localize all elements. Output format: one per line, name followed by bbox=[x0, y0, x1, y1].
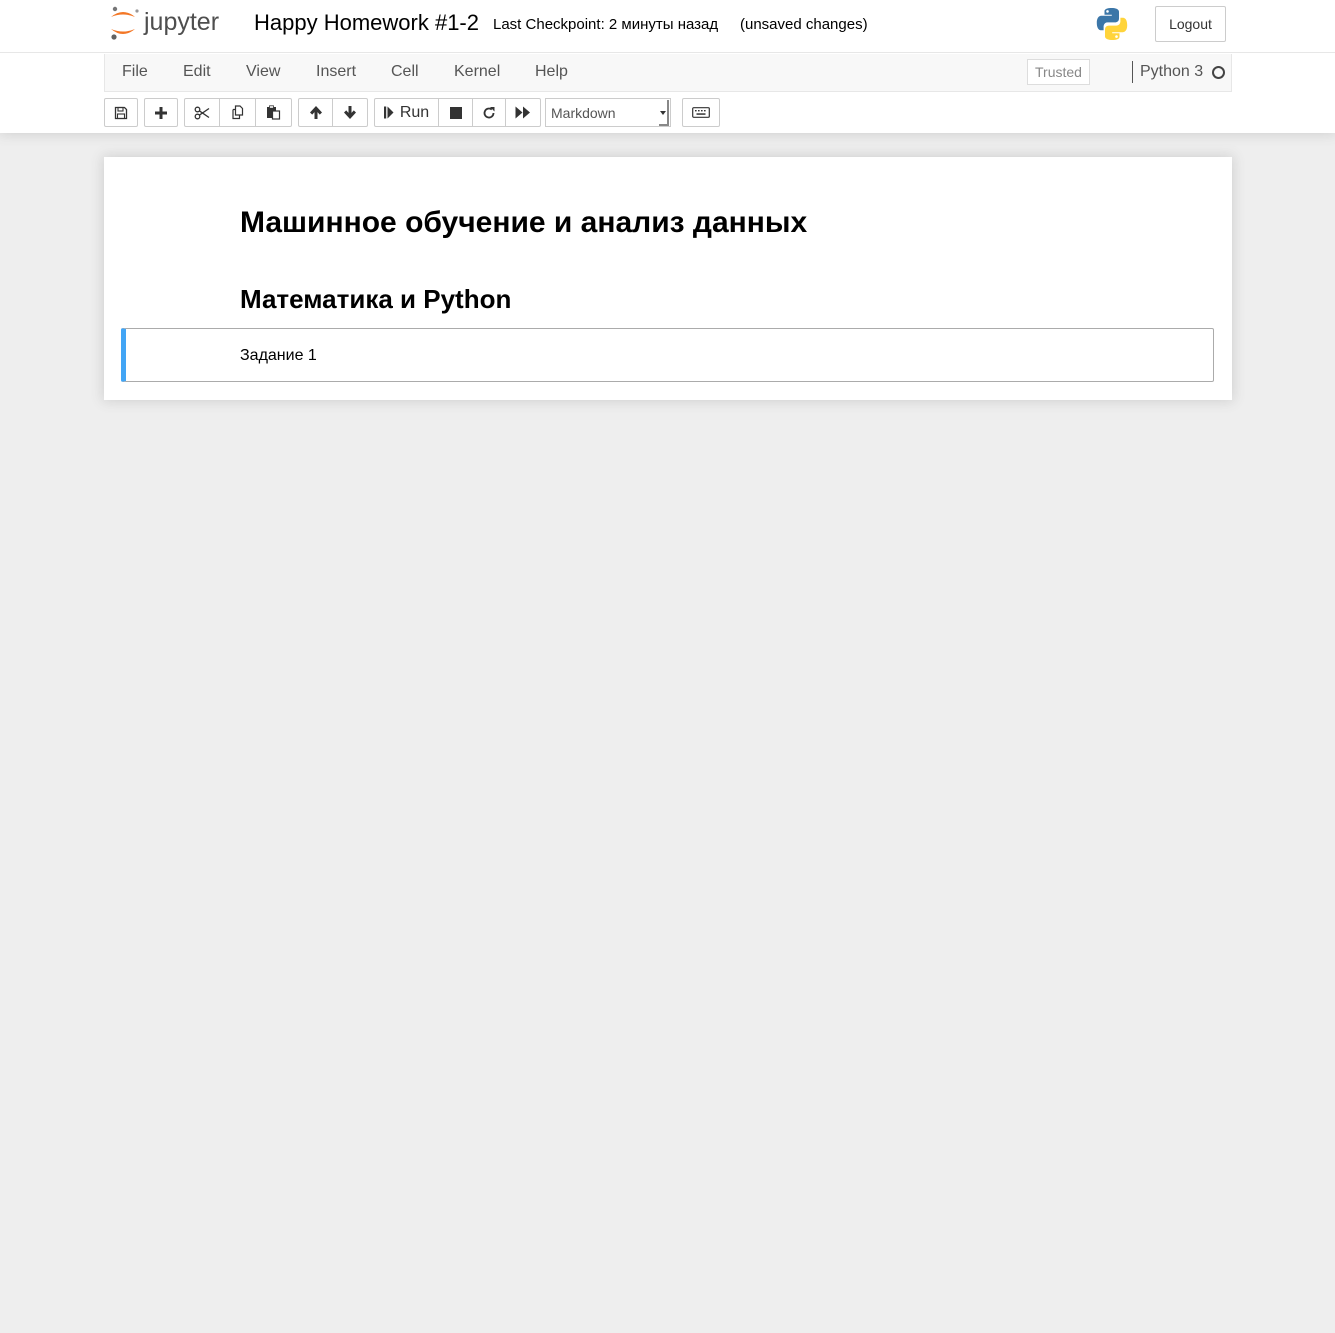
restart-kernel-button[interactable] bbox=[472, 98, 506, 127]
keyboard-icon bbox=[692, 107, 710, 118]
cell-type-value: Markdown bbox=[551, 105, 616, 121]
save-button[interactable] bbox=[104, 98, 138, 127]
scissors-icon bbox=[194, 106, 210, 119]
kernel-name[interactable]: Python 3 bbox=[1140, 63, 1203, 81]
refresh-icon bbox=[483, 106, 495, 118]
plus-icon bbox=[155, 106, 167, 119]
cut-button[interactable] bbox=[184, 98, 220, 127]
selected-markdown-cell[interactable]: Задание 1 bbox=[121, 328, 1214, 382]
clipboard-icon bbox=[267, 105, 281, 120]
menu-view[interactable]: View bbox=[246, 63, 280, 81]
kernel-idle-indicator-icon bbox=[1212, 66, 1225, 79]
fast-forward-icon bbox=[515, 106, 530, 119]
arrow-up-icon bbox=[309, 106, 322, 119]
run-button[interactable]: Run bbox=[374, 98, 439, 127]
header: jupyter Happy Homework #1-2 Last Checkpo… bbox=[0, 0, 1335, 133]
stop-icon bbox=[449, 106, 462, 119]
paste-button[interactable] bbox=[255, 98, 292, 127]
heading-1[interactable]: Машинное обучение и анализ данных bbox=[240, 206, 807, 240]
chevron-down-icon bbox=[659, 100, 669, 126]
cell-text: Задание 1 bbox=[240, 347, 317, 364]
step-forward-icon bbox=[383, 106, 394, 119]
notebook-container: Машинное обучение и анализ данных Матема… bbox=[104, 157, 1232, 400]
autosave-status: (unsaved changes) bbox=[740, 16, 868, 33]
menu-insert[interactable]: Insert bbox=[316, 63, 356, 81]
logout-button[interactable]: Logout bbox=[1155, 6, 1226, 42]
menu-kernel[interactable]: Kernel bbox=[454, 63, 500, 81]
copy-button[interactable] bbox=[219, 98, 256, 127]
kernel-separator bbox=[1132, 61, 1133, 83]
command-palette-button[interactable] bbox=[682, 98, 720, 127]
python-logo-icon bbox=[1096, 8, 1128, 40]
restart-run-all-button[interactable] bbox=[505, 98, 541, 127]
floppy-icon bbox=[114, 106, 128, 119]
move-up-button[interactable] bbox=[298, 98, 333, 127]
notebook-name[interactable]: Happy Homework #1-2 bbox=[254, 10, 479, 36]
run-label: Run bbox=[399, 103, 430, 121]
insert-cell-button[interactable] bbox=[144, 98, 178, 127]
arrow-down-icon bbox=[344, 106, 356, 119]
menu-help[interactable]: Help bbox=[535, 63, 568, 81]
trusted-indicator[interactable]: Trusted bbox=[1027, 59, 1090, 85]
copy-icon bbox=[231, 105, 243, 120]
move-down-button[interactable] bbox=[332, 98, 368, 127]
checkpoint-status: Last Checkpoint: 2 минуты назад bbox=[493, 16, 719, 33]
jupyter-logo[interactable]: jupyter bbox=[108, 4, 238, 42]
cell-type-select[interactable]: Markdown bbox=[545, 98, 671, 127]
interrupt-kernel-button[interactable] bbox=[438, 98, 473, 127]
menu-file[interactable]: File bbox=[122, 63, 148, 81]
menu-edit[interactable]: Edit bbox=[183, 63, 211, 81]
header-top: jupyter Happy Homework #1-2 Last Checkpo… bbox=[0, 0, 1335, 53]
menu-cell[interactable]: Cell bbox=[391, 63, 419, 81]
menubar: File Edit View Insert Cell Kernel Help T… bbox=[104, 54, 1232, 92]
heading-2[interactable]: Математика и Python bbox=[240, 284, 511, 315]
logo-text: jupyter bbox=[143, 8, 219, 36]
